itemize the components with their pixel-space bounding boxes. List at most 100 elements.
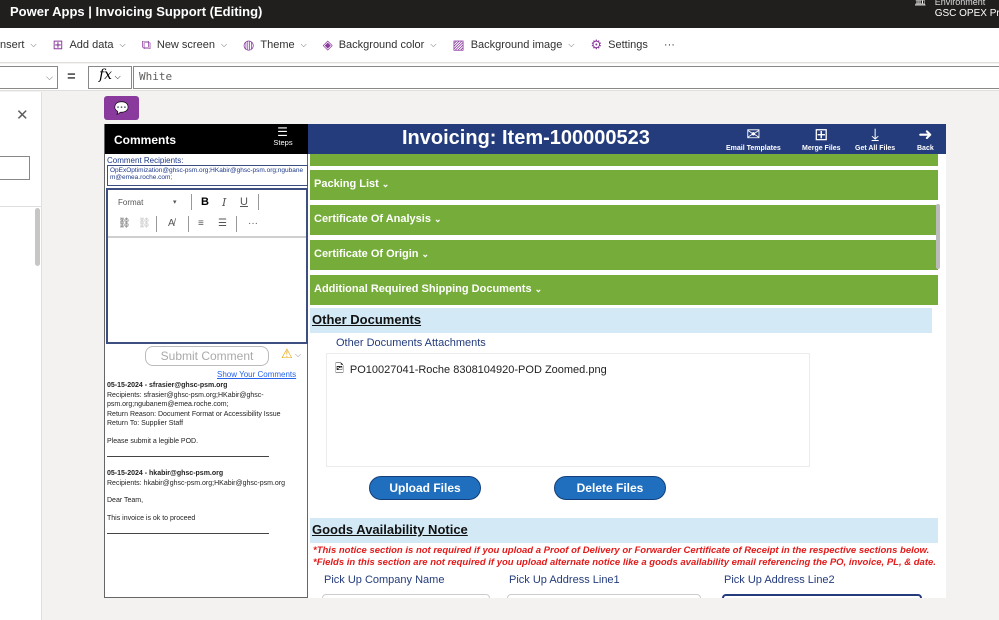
clear-format-icon[interactable]: A̸ bbox=[168, 218, 175, 229]
insert-label: nsert bbox=[0, 39, 25, 51]
section-label: Certificate Of Analysis bbox=[314, 213, 431, 225]
section-packing-list[interactable]: Packing List ⌄ bbox=[310, 170, 938, 200]
divider bbox=[156, 216, 157, 232]
comment-greeting: Dear Team, bbox=[107, 497, 144, 504]
property-dropdown[interactable]: ⌵ bbox=[0, 66, 58, 89]
steps-button[interactable]: ☰ Steps bbox=[271, 126, 295, 147]
upload-files-button[interactable]: Upload Files bbox=[369, 476, 481, 500]
background-image-button[interactable]: ▨ Background image ⌵ bbox=[452, 37, 574, 53]
attachments-box[interactable]: 🖻 PO10027041-Roche 8308104920-POD Zoomed.… bbox=[326, 353, 810, 467]
comment-header: 05-15-2024 - hkabir@ghsc-psm.org bbox=[107, 470, 224, 477]
settings-button[interactable]: ⚙ Settings bbox=[591, 37, 648, 53]
equals-sign: = bbox=[67, 68, 76, 85]
chevron-down-icon: ⌵ bbox=[430, 40, 437, 49]
command-bar: nsert ⌵ ⊞ Add data ⌵ ⧉ New screen ⌵ ◍ Theme ⌵ ◈… bbox=[0, 28, 999, 63]
chevron-down-icon: ⌵ bbox=[46, 72, 53, 82]
chevron-down-icon[interactable]: ⌵ bbox=[295, 350, 301, 360]
main-panel: Invoicing: Item-100000523 ✉ Email Templat… bbox=[308, 124, 946, 598]
chevron-down-icon: ⌄ bbox=[381, 179, 390, 189]
bold-icon[interactable]: B bbox=[201, 196, 209, 208]
comment-recipients: Recipients: hkabir@ghsc-psm.org;HKabir@g… bbox=[107, 479, 285, 487]
close-icon[interactable]: ✕ bbox=[16, 106, 29, 124]
formula-bar: ⌵ = fx ⌵ White bbox=[0, 64, 999, 91]
app-title: Power Apps | Invoicing Support (Editing) bbox=[10, 4, 263, 19]
fx-button[interactable]: fx ⌵ bbox=[88, 66, 132, 89]
divider bbox=[258, 194, 259, 210]
numbered-list-icon[interactable]: ☰ bbox=[218, 218, 227, 229]
comments-panel: Comments ☰ Steps Comment Recipients: OpEx… bbox=[104, 124, 309, 598]
show-comments-link[interactable]: Show Your Comments bbox=[217, 370, 296, 379]
chevron-down-icon: ⌵ bbox=[30, 40, 37, 49]
back-arrow-icon: ➜ bbox=[918, 125, 933, 144]
warning-icon[interactable]: ⚠ bbox=[281, 346, 293, 362]
divider bbox=[188, 216, 189, 232]
get-all-files-button[interactable]: ⤓ Get All Files bbox=[855, 125, 895, 152]
environment-picker[interactable]: 🏛 Environment GSC OPEX Pr bbox=[914, 0, 999, 20]
background-color-button[interactable]: ◈ Background color ⌵ bbox=[323, 37, 437, 53]
back-label: Back bbox=[917, 145, 934, 152]
underline-icon[interactable]: U bbox=[240, 196, 248, 208]
editor-toolbar: Format ▾ B I U ⛓ ⛓ A̸ ≡ ☰ ··· bbox=[108, 190, 306, 238]
get-all-files-label: Get All Files bbox=[855, 145, 896, 152]
main-scrollbar[interactable] bbox=[936, 204, 940, 269]
chevron-down-icon: ⌄ bbox=[421, 249, 430, 259]
italic-icon[interactable]: I bbox=[222, 196, 226, 209]
email-templates-button[interactable]: ✉ Email Templates bbox=[726, 125, 781, 152]
divider bbox=[107, 456, 269, 457]
new-screen-label: New screen bbox=[156, 39, 215, 51]
section-certificate-of-origin[interactable]: Certificate Of Origin ⌄ bbox=[310, 240, 938, 270]
chevron-down-icon: ⌵ bbox=[220, 40, 228, 49]
bulleted-list-icon[interactable]: ≡ bbox=[198, 218, 204, 229]
comment-editor[interactable]: Format ▾ B I U ⛓ ⛓ A̸ ≡ ☰ ··· bbox=[106, 188, 308, 344]
format-dropdown[interactable]: Format bbox=[118, 198, 143, 207]
goods-note-1: *This notice section is not required if … bbox=[313, 545, 930, 556]
chevron-down-icon: ⌵ bbox=[300, 40, 307, 49]
chevron-down-icon: ⌵ bbox=[119, 40, 126, 49]
merge-files-button[interactable]: ⊞ Merge Files bbox=[802, 125, 841, 152]
more-label: ··· bbox=[663, 39, 675, 51]
add-data-button[interactable]: ⊞ Add data ⌵ bbox=[53, 37, 126, 53]
scrollbar[interactable] bbox=[35, 208, 40, 266]
comment-entry: 05-15-2024 - sfrasier@ghsc-psm.org Recip… bbox=[107, 381, 307, 457]
attachment-filename: PO10027041-Roche 8308104920-POD Zoomed.p… bbox=[349, 363, 607, 376]
panel-search-input[interactable] bbox=[0, 156, 30, 180]
background-color-label: Background color bbox=[338, 39, 425, 51]
new-screen-button[interactable]: ⧉ New screen ⌵ bbox=[142, 37, 227, 53]
more-button[interactable]: ··· bbox=[664, 39, 675, 51]
main-header: Invoicing: Item-100000523 ✉ Email Templat… bbox=[308, 124, 946, 154]
collapsed-section-bar[interactable] bbox=[310, 154, 938, 166]
recipients-field[interactable]: OpExOptimization@ghsc-psm.org;HKabir@ghs… bbox=[107, 165, 308, 186]
steps-label: Steps bbox=[273, 138, 293, 147]
back-button[interactable]: ➜ Back bbox=[917, 125, 934, 152]
link-icon[interactable]: ⛓ bbox=[118, 218, 131, 229]
unlink-icon[interactable]: ⛓ bbox=[138, 218, 151, 229]
chevron-down-icon: ⌵ bbox=[112, 72, 121, 81]
comments-header: Comments ☰ Steps bbox=[105, 124, 309, 154]
comment-entry: 05-15-2024 - hkabir@ghsc-psm.org Recipie… bbox=[107, 469, 307, 534]
database-icon: ⊞ bbox=[52, 37, 64, 52]
fx-label: fx bbox=[99, 67, 113, 83]
section-additional-shipping-docs[interactable]: Additional Required Shipping Documents ⌄ bbox=[310, 275, 938, 305]
attachment-item[interactable]: 🖻 PO10027041-Roche 8308104920-POD Zoomed.… bbox=[335, 360, 607, 379]
title-bar: Power Apps | Invoicing Support (Editing)… bbox=[0, 0, 999, 28]
pickup-address1-label: Pick Up Address Line1 bbox=[509, 574, 620, 586]
section-certificate-of-analysis[interactable]: Certificate Of Analysis ⌄ bbox=[310, 205, 938, 235]
pickup-address2-label: Pick Up Address Line2 bbox=[724, 574, 835, 586]
submit-comment-button[interactable]: Submit Comment bbox=[145, 346, 269, 366]
delete-files-button[interactable]: Delete Files bbox=[554, 476, 666, 500]
chevron-down-icon: ⌄ bbox=[534, 284, 543, 294]
chat-icon: 💬 bbox=[114, 101, 129, 115]
section-label: Packing List bbox=[314, 178, 379, 190]
caret-down-icon: ▾ bbox=[173, 199, 177, 206]
environment-value: GSC OPEX Pr bbox=[934, 8, 999, 19]
insert-button[interactable]: nsert ⌵ bbox=[0, 39, 37, 51]
comments-toggle-button[interactable]: 💬 bbox=[104, 96, 139, 120]
image-file-icon: 🖻 bbox=[335, 363, 344, 375]
comment-return-reason: Return Reason: Document Format or Access… bbox=[107, 410, 281, 418]
palette-icon: ◍ bbox=[243, 37, 255, 52]
comment-body: Please submit a legible POD. bbox=[107, 437, 199, 445]
formula-input[interactable]: White bbox=[133, 66, 999, 89]
more-icon[interactable]: ··· bbox=[248, 218, 258, 229]
theme-button[interactable]: ◍ Theme ⌵ bbox=[243, 37, 307, 53]
download-icon: ⤓ bbox=[871, 125, 879, 144]
